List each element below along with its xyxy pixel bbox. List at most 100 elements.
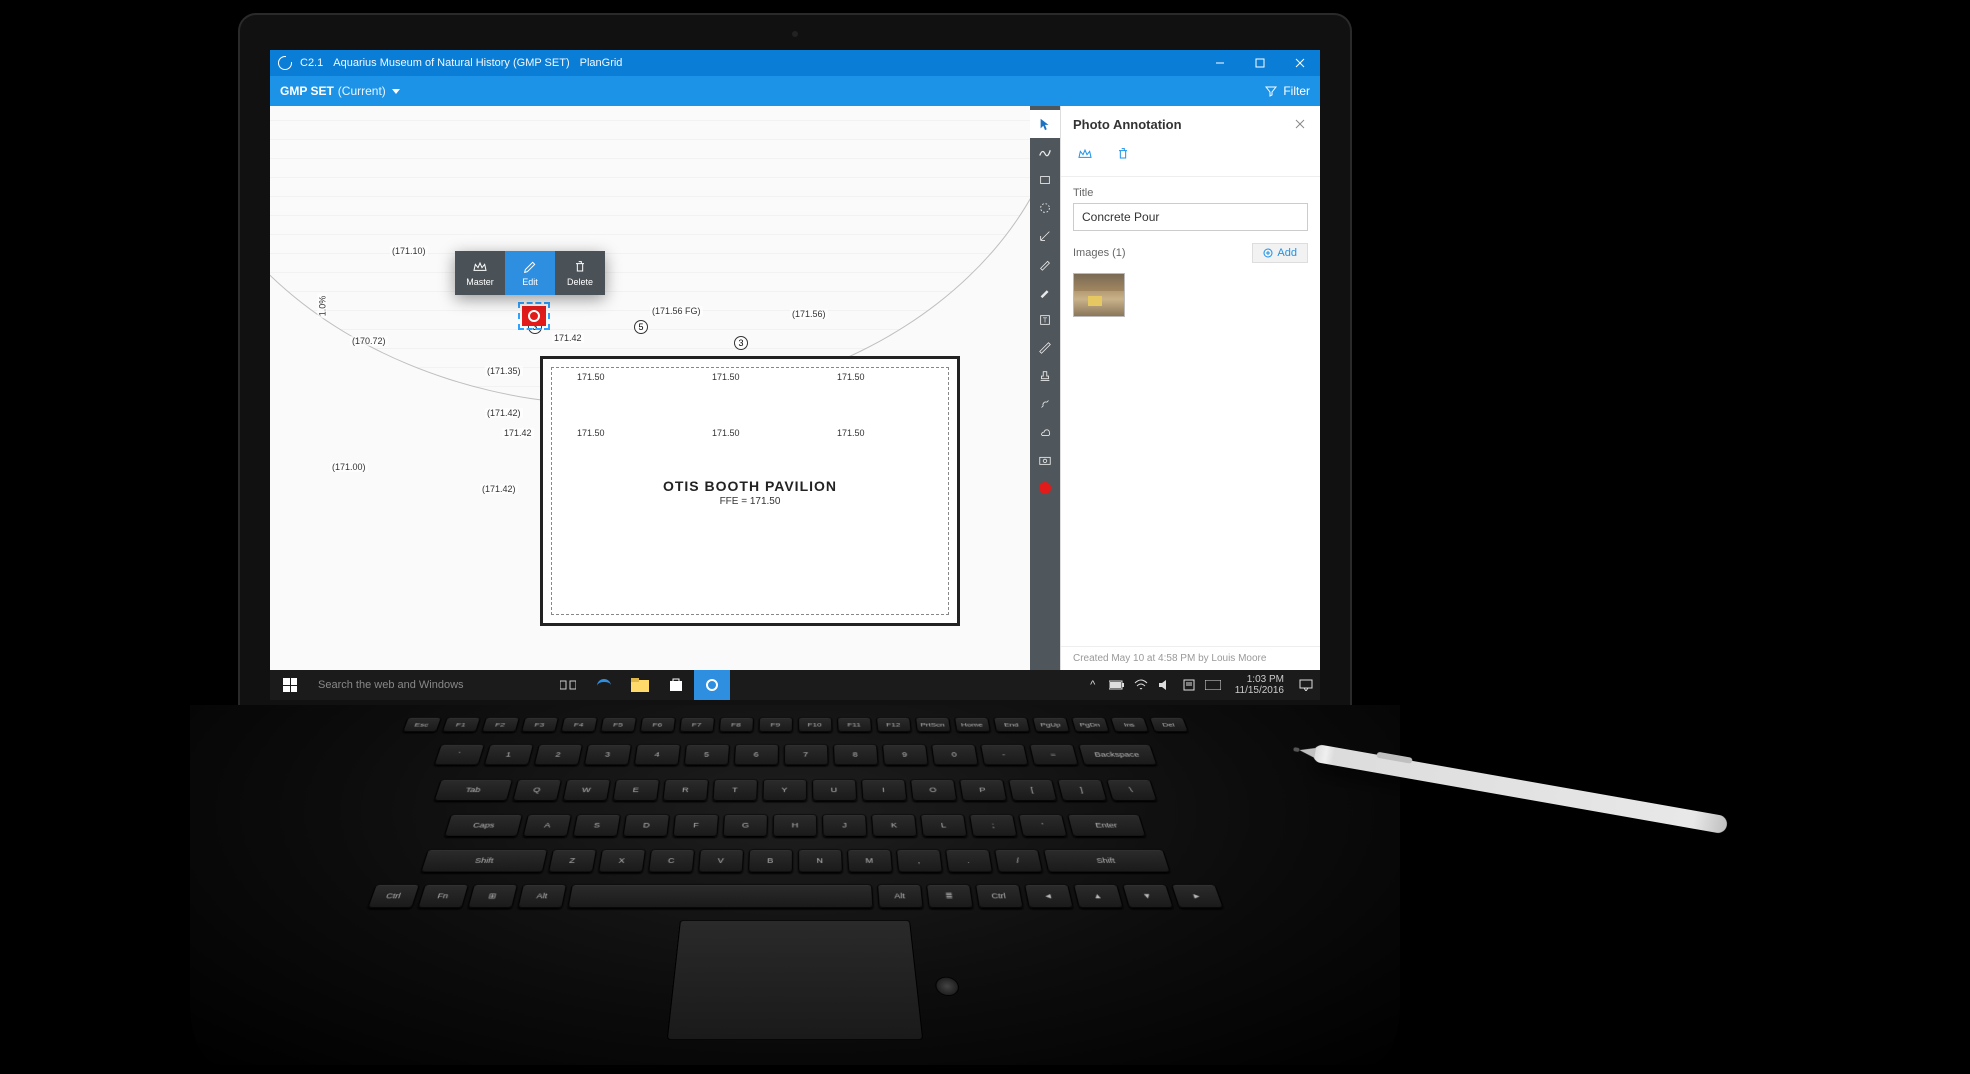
annotation-context-toolbar: Master Edit Delete <box>455 251 605 295</box>
key: H <box>773 814 818 837</box>
arrow-tool[interactable] <box>1030 222 1060 250</box>
stamp-tool[interactable] <box>1030 362 1060 390</box>
trackpad <box>667 920 924 1040</box>
highlighter-tool[interactable] <box>1030 278 1060 306</box>
key: I <box>861 779 907 801</box>
master-button[interactable]: Master <box>455 251 505 295</box>
cloud-tool[interactable] <box>1030 418 1060 446</box>
grid-bubble: 3 <box>734 336 748 350</box>
task-view-button[interactable] <box>550 670 586 700</box>
key: 7 <box>783 744 828 765</box>
sheet-set-current: (Current) <box>338 84 386 98</box>
delete-button[interactable]: Delete <box>555 251 605 295</box>
key: ≣ <box>926 884 974 908</box>
key: ] <box>1057 779 1107 801</box>
key: P <box>959 779 1007 801</box>
key: Y <box>762 779 807 801</box>
key: Fn <box>417 884 469 908</box>
wifi-icon[interactable] <box>1133 677 1149 693</box>
master-toggle-button[interactable] <box>1073 142 1097 166</box>
key: End <box>993 717 1031 732</box>
elevation-label: (170.72) <box>350 336 388 346</box>
plus-icon <box>1263 248 1273 258</box>
key: F <box>672 814 719 837</box>
edit-button[interactable]: Edit <box>505 251 555 295</box>
key: . <box>945 849 993 872</box>
device-mockup: C2.1 Aquarius Museum of Natural History … <box>190 15 1400 1055</box>
key: R <box>662 779 709 801</box>
elevation-label: 171.42 <box>552 333 584 343</box>
key: F9 <box>758 717 793 732</box>
titlebar-project: Aquarius Museum of Natural History (GMP … <box>333 57 569 69</box>
tray-chevron-icon[interactable]: ^ <box>1085 677 1101 693</box>
taskbar-search[interactable]: Search the web and Windows <box>310 670 550 700</box>
key: F1 <box>441 717 480 732</box>
app-logo-icon <box>278 56 292 70</box>
key: 3 <box>583 744 631 765</box>
main-area: OTIS BOOTH PAVILION FFE = 171.50 (171.10… <box>270 106 1320 670</box>
annotation-title-input[interactable] <box>1073 203 1308 231</box>
action-center-button[interactable] <box>1298 677 1314 693</box>
elevation-label: (171.42) <box>480 484 518 494</box>
elevation-label: (171.35) <box>485 366 523 376</box>
taskbar-clock[interactable]: 1:03 PM 11/15/2016 <box>1229 674 1290 696</box>
notes-icon[interactable] <box>1181 677 1197 693</box>
key: Shift <box>420 849 548 872</box>
ruler-tool[interactable] <box>1030 334 1060 362</box>
ellipse-tool[interactable] <box>1030 194 1060 222</box>
file-explorer-button[interactable] <box>622 670 658 700</box>
add-image-button[interactable]: Add <box>1252 243 1308 263</box>
filter-button[interactable]: Filter <box>1265 84 1310 98</box>
store-button[interactable] <box>658 670 694 700</box>
filter-icon <box>1265 85 1277 97</box>
color-indicator[interactable] <box>1030 474 1060 502</box>
key: N <box>798 849 843 872</box>
sheet-set-dropdown[interactable]: GMP SET (Current) <box>280 84 400 98</box>
cursor-tool[interactable] <box>1030 110 1060 138</box>
key: S <box>572 814 621 837</box>
drawing-canvas[interactable]: OTIS BOOTH PAVILION FFE = 171.50 (171.10… <box>270 106 1060 670</box>
battery-icon[interactable] <box>1109 677 1125 693</box>
titlebar-app: PlanGrid <box>580 57 623 69</box>
tablet-frame: C2.1 Aquarius Museum of Natural History … <box>240 15 1350 735</box>
delete-annotation-button[interactable] <box>1111 142 1135 166</box>
camera-tool[interactable] <box>1030 446 1060 474</box>
plangrid-taskbar-button[interactable] <box>694 670 730 700</box>
pencil-icon <box>522 259 538 275</box>
window-maximize-button[interactable] <box>1240 50 1280 76</box>
start-button[interactable] <box>270 670 310 700</box>
window-titlebar: C2.1 Aquarius Museum of Natural History … <box>270 50 1320 76</box>
edge-browser-button[interactable] <box>586 670 622 700</box>
key: Alt <box>877 884 924 908</box>
keyboard-icon[interactable] <box>1205 677 1221 693</box>
elevation-label: (171.00) <box>330 462 368 472</box>
window-close-button[interactable] <box>1280 50 1320 76</box>
elevation-label: 171.50 <box>710 428 742 438</box>
window-minimize-button[interactable] <box>1200 50 1240 76</box>
key: ` <box>433 744 484 765</box>
volume-icon[interactable] <box>1157 677 1173 693</box>
key: Q <box>512 779 562 801</box>
key: M <box>847 849 893 872</box>
hyperlink-tool[interactable] <box>1030 390 1060 418</box>
building-title: OTIS BOOTH PAVILION <box>543 478 957 494</box>
key: A <box>522 814 572 837</box>
rectangle-tool[interactable] <box>1030 166 1060 194</box>
key: PgUp <box>1032 717 1070 732</box>
trash-icon <box>572 259 588 275</box>
key: 4 <box>633 744 680 765</box>
text-tool[interactable]: T <box>1030 306 1060 334</box>
panel-close-button[interactable] <box>1292 116 1308 132</box>
key: 8 <box>833 744 879 765</box>
key: J <box>822 814 867 837</box>
image-thumbnail[interactable] <box>1073 273 1125 317</box>
elevation-label: 171.50 <box>575 428 607 438</box>
key: ; <box>969 814 1018 837</box>
freehand-tool[interactable] <box>1030 138 1060 166</box>
photo-annotation-marker[interactable] <box>522 306 546 326</box>
pen-tool[interactable] <box>1030 250 1060 278</box>
key: [ <box>1008 779 1057 801</box>
elevation-label: 171.42 <box>502 428 534 438</box>
title-label: Title <box>1061 177 1320 203</box>
key: T <box>712 779 758 801</box>
